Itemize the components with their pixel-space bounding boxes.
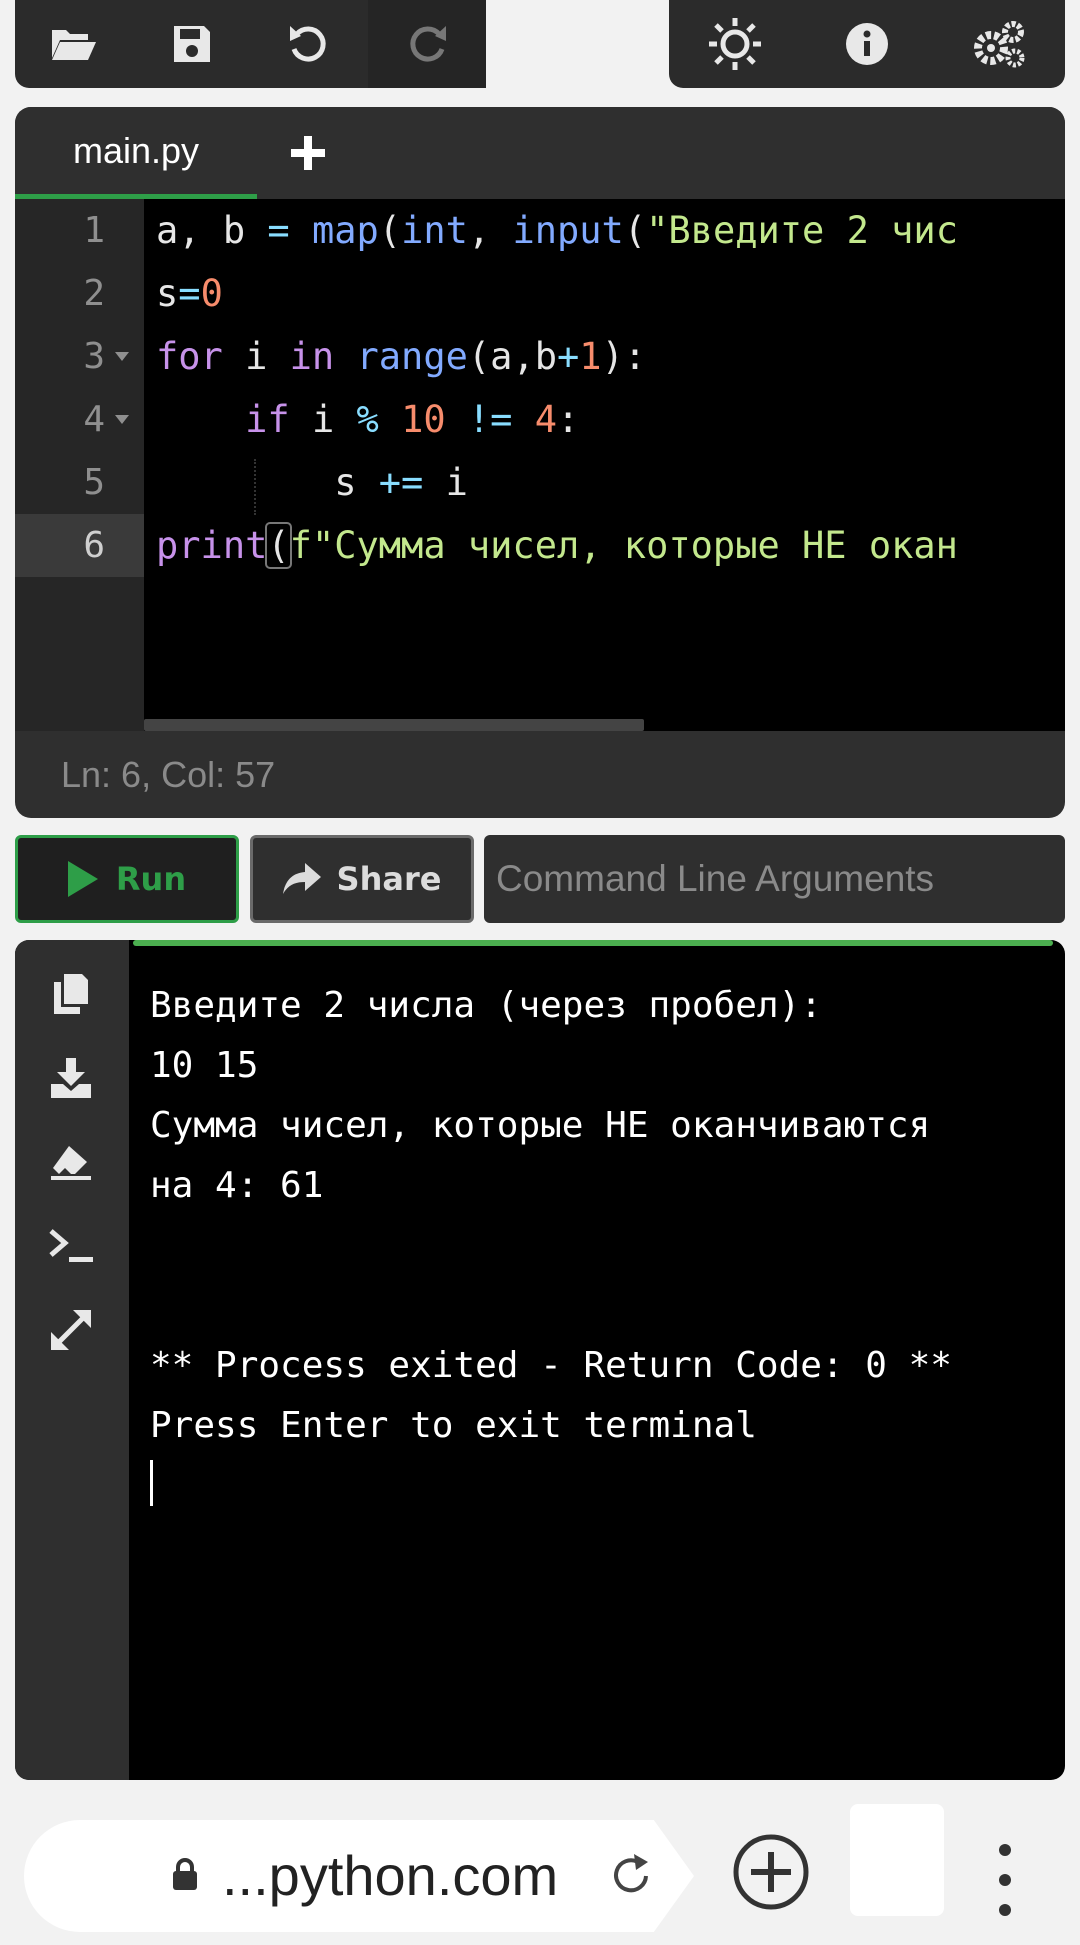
undo-button[interactable] [251,0,369,88]
redo-icon [410,26,447,62]
more-menu-icon[interactable] [990,1842,1020,1918]
clear-terminal-button[interactable] [47,1138,95,1186]
terminal-line: 10 15 [150,1045,259,1086]
code-area[interactable]: a, b = map(int, input("Введите 2 чис s=0… [144,199,1065,731]
editor-panel: main.py 1 2 3 4 5 6 a, b = map(int, inpu… [15,107,1065,818]
tab-main-py[interactable]: main.py [15,107,257,199]
command-line-arguments-input[interactable] [484,835,1065,923]
terminal-line: ** Process exited - Return Code: 0 ** [150,1345,952,1386]
save-icon [173,26,210,62]
copy-output-button[interactable] [47,970,95,1018]
share-button-label: Share [336,860,442,898]
settings-button[interactable] [933,0,1065,88]
terminal-output[interactable]: Введите 2 числа (через пробел): 10 15 Су… [150,976,1055,1506]
line-number: 5 [83,462,105,503]
code-line: for i in range(a,b+1): [156,335,647,378]
run-button-label: Run [115,860,187,898]
terminal-sidebar [15,940,129,1780]
open-file-button[interactable] [15,0,133,88]
address-bar[interactable]: ...python.com [24,1820,694,1932]
code-line: if i % 10 != 4: [245,398,580,441]
fold-arrow-icon[interactable] [115,325,131,388]
download-output-button[interactable] [47,1054,95,1102]
fold-arrow-icon[interactable] [115,388,131,451]
url-text: ...python.com [222,1844,559,1907]
file-toolbar [15,0,486,88]
settings-icon [974,21,1025,68]
app-toolbar [669,0,1065,88]
line-number: 1 [83,210,105,251]
tab-switcher-button[interactable] [850,1804,944,1916]
share-icon [282,863,321,894]
add-tab-button[interactable] [287,132,329,174]
copy-icon [54,974,88,1014]
expand-icon [51,1310,91,1350]
clear-icon [51,1146,91,1180]
theme-toggle-button[interactable] [669,0,801,88]
info-icon [846,23,888,65]
horizontal-scrollbar[interactable] [144,719,644,731]
terminal-cursor [150,1460,153,1506]
line-number: 6 [83,525,105,566]
line-number: 4 [83,399,105,440]
terminal-line: Press Enter to exit terminal [150,1405,757,1446]
open-folder-icon [51,30,96,60]
terminal-panel: Введите 2 числа (через пробел): 10 15 Су… [15,940,1065,1780]
code-editor[interactable]: 1 2 3 4 5 6 a, b = map(int, input("Введи… [15,199,1065,731]
download-icon [51,1058,91,1098]
undo-icon [290,26,326,62]
code-line: s=0 [156,272,223,315]
save-button[interactable] [133,0,251,88]
tab-bar: main.py [15,107,1065,199]
line-gutter: 1 2 3 4 5 6 [15,199,144,731]
line-number: 2 [83,273,105,314]
play-icon [67,861,98,897]
run-button[interactable]: Run [15,835,239,923]
terminal-line: на 4: 61 [150,1165,324,1206]
share-button[interactable]: Share [250,835,474,923]
plus-icon [291,136,325,170]
terminal-icon [49,1229,93,1262]
terminal-line: Введите 2 числа (через пробел): [150,985,822,1026]
open-terminal-button[interactable] [47,1222,95,1270]
cursor-position-status: Ln: 6, Col: 57 [61,753,276,795]
expand-terminal-button[interactable] [47,1306,95,1354]
code-line: a, b = map(int, input("Введите 2 чис [156,209,958,252]
lock-icon [173,1858,197,1890]
reload-icon[interactable] [610,1852,654,1898]
line-number: 3 [83,336,105,377]
theme-icon [709,18,761,70]
code-line: s += i [156,461,468,504]
code-line: print(f"Сумма чисел, которые НЕ окан [156,522,958,569]
terminal-line: Сумма чисел, которые НЕ оканчиваются [150,1105,931,1146]
terminal-progress-bar [133,940,1053,946]
info-button[interactable] [801,0,933,88]
new-tab-icon[interactable] [733,1834,809,1910]
redo-button[interactable] [368,0,486,88]
